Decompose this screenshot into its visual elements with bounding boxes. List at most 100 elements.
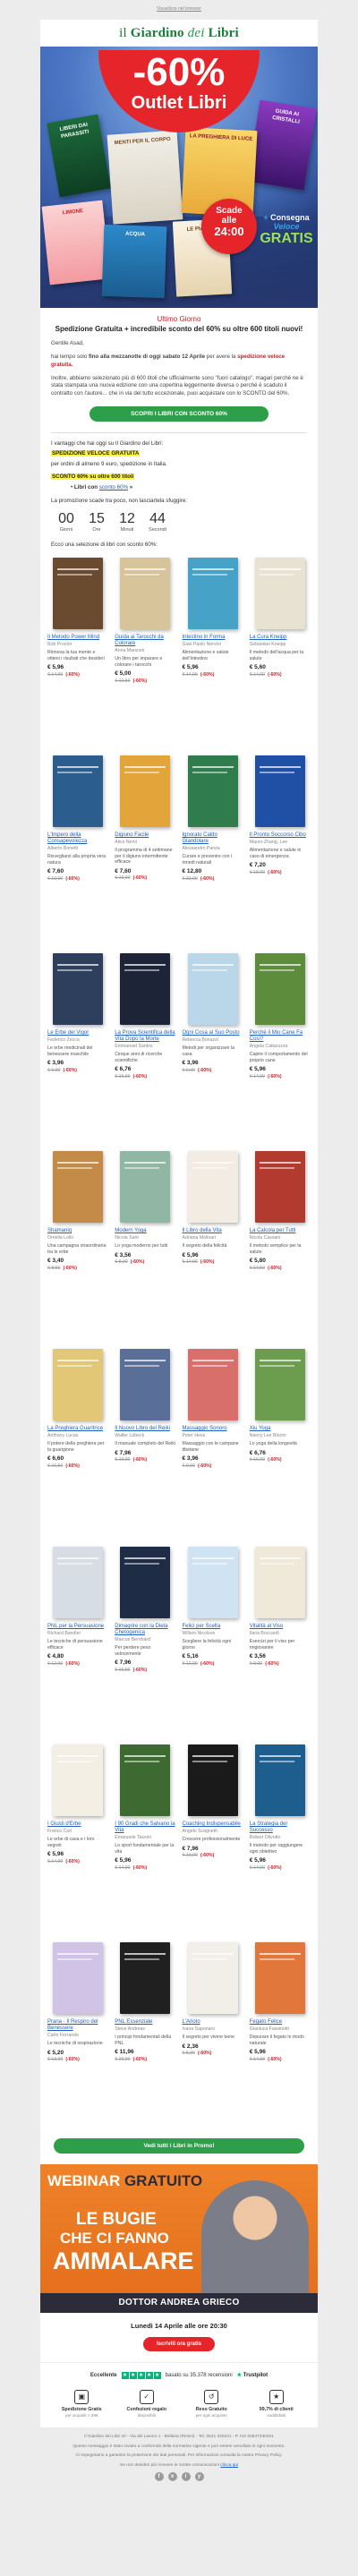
product-title[interactable]: L'Impero della Consapevolezza <box>47 832 108 845</box>
product-cover[interactable] <box>53 1546 104 1618</box>
product-title[interactable]: I 90 Gradi che Salvano la Vita <box>115 1821 175 1834</box>
product-cover[interactable] <box>53 1744 104 1816</box>
product-cover[interactable] <box>120 952 171 1025</box>
product-title[interactable]: Le Erbe del Vigor <box>47 1030 108 1036</box>
product-cover[interactable] <box>187 952 238 1025</box>
product-cover[interactable] <box>53 1348 104 1420</box>
product-card[interactable]: Vitalità al Viso Ilaria Boccardi Esercizi … <box>250 1543 311 1736</box>
product-card[interactable]: I 90 Gradi che Salvano la Vita Emanuele T… <box>115 1741 175 1933</box>
product-card[interactable]: Coaching Indispensabile Angelo Scagnetti C… <box>183 1741 243 1933</box>
product-card[interactable]: Massaggio Sonoro Peter Hess Massaggio con … <box>183 1345 243 1538</box>
product-cover[interactable] <box>187 1744 238 1816</box>
product-card[interactable]: I Giusti d'Erbe Franco Cori Le erbe di cas… <box>47 1741 108 1933</box>
product-cover[interactable] <box>254 1348 305 1420</box>
product-card[interactable]: Dimagrire con la Dieta Chetogenica Marcus… <box>115 1543 175 1736</box>
product-title[interactable]: Intestino in Forma <box>183 635 243 641</box>
product-cover[interactable] <box>254 1941 305 2014</box>
view-all-promo-button[interactable]: Vedi tutti i Libri in Promo! <box>54 2137 304 2154</box>
product-cover[interactable] <box>187 557 238 629</box>
product-cover[interactable] <box>187 1941 238 2014</box>
product-cover[interactable] <box>120 1150 171 1223</box>
unsubscribe-link[interactable]: clicca qui <box>220 2463 238 2468</box>
product-card[interactable]: Guida ai Tarocchi da Colorare Anna Manzon… <box>115 554 175 746</box>
product-title[interactable]: Massaggio Sonoro <box>183 1426 243 1432</box>
product-title[interactable]: Modern Yoga <box>115 1228 175 1234</box>
product-cover[interactable] <box>187 1546 238 1618</box>
product-title[interactable]: Prana - Il Respiro del Benessere <box>47 2019 108 2032</box>
product-title[interactable]: Shamaniq <box>47 1228 108 1234</box>
product-card[interactable]: PNL Essenziale Steve Andreas I principi fo… <box>115 1939 175 2131</box>
product-card[interactable]: Il Libro della Vita Adriana Molinari Il se… <box>183 1147 243 1340</box>
product-card[interactable]: Intestino in Forma Gian Paolo Nervini Alim… <box>183 554 243 746</box>
product-card[interactable]: L'Arioto Ivana Saponaro Il segreto per viv… <box>183 1939 243 2131</box>
product-card[interactable]: Modern Yoga Nicola Sant Lo yoga moderno pe… <box>115 1147 175 1340</box>
product-title[interactable]: Il Libro della Vita <box>183 1228 243 1234</box>
product-title[interactable]: La Calcola per Tutti <box>250 1228 311 1234</box>
product-card[interactable]: La Cura Kneipp Sebastian Kneipp Il metodo … <box>250 554 311 746</box>
product-title[interactable]: Digiuno Facile <box>115 832 175 839</box>
hero-banner[interactable]: LIBERI DAI PARASSITI GUIDA AI CRISTALLI … <box>40 47 318 308</box>
product-title[interactable]: Il Nuovo Libro del Reiki <box>115 1426 175 1432</box>
product-title[interactable]: La Strategia del Successo <box>250 1821 311 1834</box>
product-cover[interactable] <box>254 1744 305 1816</box>
product-card[interactable]: Il Pronto Soccorso Cibo Mauro Zhang, Lee A… <box>250 752 311 944</box>
product-card[interactable]: Il Nuovo Libro del Reiki Walter Lübeck Il … <box>115 1345 175 1538</box>
product-title[interactable]: I Giusti d'Erbe <box>47 1821 108 1828</box>
product-cover[interactable] <box>254 952 305 1025</box>
site-logo[interactable]: il Giardino dei Libri <box>119 24 239 42</box>
instagram-icon[interactable]: i <box>181 2472 191 2482</box>
product-card[interactable]: La Calcola per Tutti Nicola Cassani Il met… <box>250 1147 311 1340</box>
view-in-browser-link[interactable]: Visualizza nel browser <box>157 6 201 12</box>
product-cover[interactable] <box>53 755 104 827</box>
product-card[interactable]: Ogni Cosa al Suo Posto Rebecca Bonazzi Met… <box>183 950 243 1142</box>
product-cover[interactable] <box>53 557 104 629</box>
product-cover[interactable] <box>187 1348 238 1420</box>
product-card[interactable]: Prana - Il Respiro del Benessere Carlo Fe… <box>47 1939 108 2131</box>
product-card[interactable]: La Strategia del Successo Robert Olivotto… <box>250 1741 311 1933</box>
product-card[interactable]: Perché il Mio Cane Fa Così? Angela Cattar… <box>250 950 311 1142</box>
product-title[interactable]: L'Arioto <box>183 2019 243 2026</box>
product-cover[interactable] <box>53 1941 104 2014</box>
product-title[interactable]: Perché il Mio Cane Fa Così? <box>250 1030 311 1043</box>
product-card[interactable]: Fegato Felice Gianluca Fassinotti Depurare… <box>250 1939 311 2131</box>
product-card[interactable]: Le Erbe del Vigor Federico Zecca Le erbe m… <box>47 950 108 1142</box>
product-cover[interactable] <box>120 557 171 629</box>
product-title[interactable]: Ignorato Caldo Glandolare <box>183 832 243 845</box>
product-title[interactable]: Ogni Cosa al Suo Posto <box>183 1030 243 1036</box>
product-cover[interactable] <box>120 1348 171 1420</box>
product-title[interactable]: Vitalità al Viso <box>250 1624 311 1630</box>
product-cover[interactable] <box>254 557 305 629</box>
product-card[interactable]: Felici per Scelta Willem Nicolson Sceglier… <box>183 1543 243 1736</box>
product-cover[interactable] <box>120 1546 171 1618</box>
product-card[interactable]: L'Impero della Consapevolezza Alberto Bon… <box>47 752 108 944</box>
sconto-link[interactable]: sconto 60% <box>99 484 128 490</box>
product-cover[interactable] <box>120 1941 171 2014</box>
x-icon[interactable]: x <box>167 2472 177 2482</box>
product-title[interactable]: PNL Essenziale <box>115 2019 175 2026</box>
product-title[interactable]: Xiu Yoga <box>250 1426 311 1432</box>
youtube-icon[interactable]: y <box>194 2472 204 2482</box>
product-cover[interactable] <box>120 755 171 827</box>
product-title[interactable]: Dimagrire con la Dieta Chetogenica <box>115 1624 175 1636</box>
product-title[interactable]: Guida ai Tarocchi da Colorare <box>115 635 175 647</box>
product-cover[interactable] <box>53 952 104 1025</box>
product-cover[interactable] <box>53 1150 104 1223</box>
product-cover[interactable] <box>254 1546 305 1618</box>
product-title[interactable]: Coaching Indispensabile <box>183 1821 243 1828</box>
product-card[interactable]: Ignorato Caldo Glandolare Alessandro Panz… <box>183 752 243 944</box>
product-cover[interactable] <box>254 1150 305 1223</box>
facebook-icon[interactable]: f <box>154 2472 164 2482</box>
webinar-signup-button[interactable]: Iscriviti ora gratis <box>143 2337 215 2352</box>
product-cover[interactable] <box>254 755 305 827</box>
product-card[interactable]: La Prova Scientifica della Vita Dopo la … <box>115 950 175 1142</box>
trustpilot-bar[interactable]: Eccellente ★ ★ ★ ★ ★ basato su 35.378 re… <box>40 2362 318 2384</box>
product-card[interactable]: Digiuno Facile Alice Nervi Il programma di… <box>115 752 175 944</box>
product-card[interactable]: Il Metodo Power Mind Bob Proctor Rinnova l… <box>47 554 108 746</box>
product-card[interactable]: Xiu Yoga Nancy Lee Bloom Lo yoga della lon… <box>250 1345 311 1538</box>
sconto-bullet[interactable]: • Libri con sconto 60% » <box>71 484 307 491</box>
product-title[interactable]: La Prova Scientifica della Vita Dopo la … <box>115 1030 175 1043</box>
product-cover[interactable] <box>120 1744 171 1816</box>
product-cover[interactable] <box>187 1150 238 1223</box>
product-title[interactable]: Il Pronto Soccorso Cibo <box>250 832 311 839</box>
discover-books-button[interactable]: SCOPRI I LIBRI CON SCONTO 60% <box>90 405 268 422</box>
